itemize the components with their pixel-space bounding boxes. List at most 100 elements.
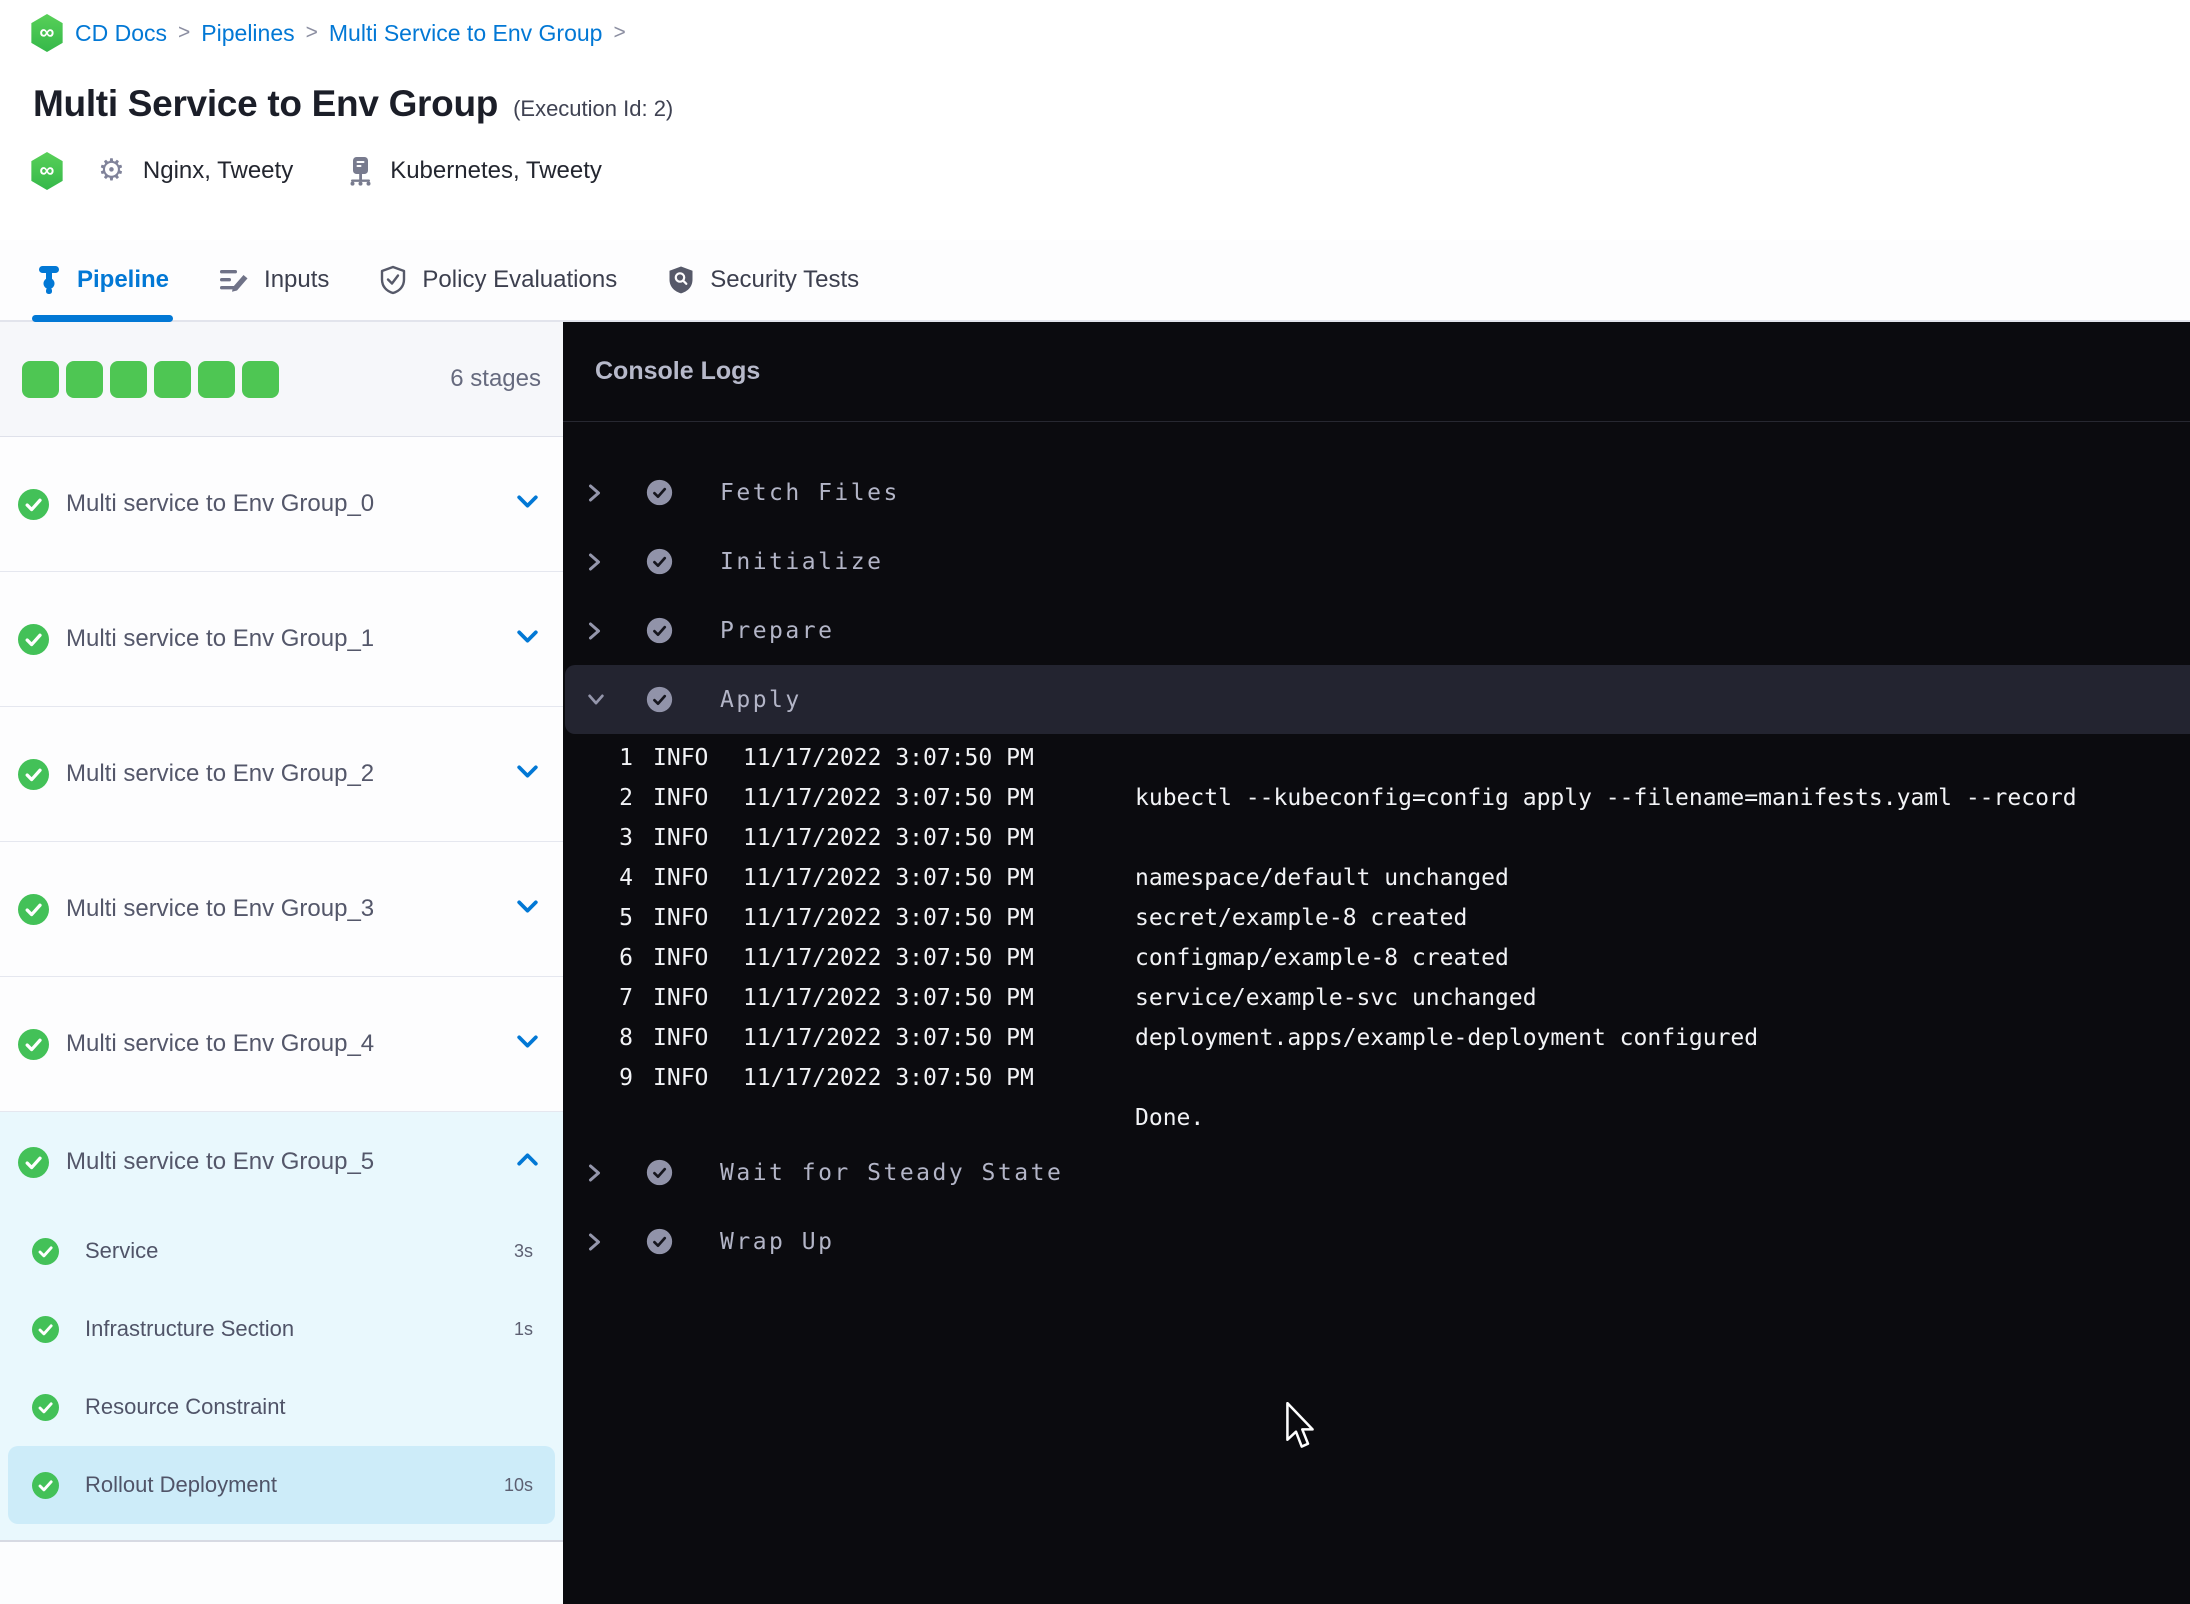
chevron-down-icon[interactable] [514, 623, 541, 655]
chevron-down-icon[interactable] [514, 488, 541, 520]
tab-label: Policy Evaluations [422, 266, 618, 293]
chevron-down-icon[interactable] [514, 1028, 541, 1060]
log-line: 8 INFO 11/17/2022 3:07:50 PM deployment.… [563, 1018, 2190, 1058]
breadcrumb: ∞ CD Docs > Pipelines > Multi Service to… [30, 14, 626, 52]
stage-progress-square [110, 360, 147, 398]
step-duration: 3s [513, 1240, 533, 1261]
console-step-row[interactable]: Wrap Up [563, 1207, 2190, 1276]
stage-name: Multi service to Env Group_0 [66, 490, 375, 517]
chevron-right-icon[interactable] [586, 1162, 606, 1184]
log-message: configmap/example-8 created [1135, 945, 1509, 971]
step-row[interactable]: Service 3s [8, 1212, 555, 1290]
gear-icon: ⚙ [98, 154, 125, 187]
step-name: Rollout Deployment [85, 1472, 277, 1497]
log-line-number [563, 1098, 633, 1138]
success-check-icon [32, 1237, 59, 1265]
stage-progress-square [198, 360, 235, 398]
log-line-number: 9 [619, 1065, 633, 1091]
chevron-down-icon[interactable] [586, 691, 606, 708]
chevron-right-icon[interactable] [586, 620, 606, 642]
breadcrumb-separator: > [305, 21, 318, 44]
step-row[interactable]: Infrastructure Section 1s [8, 1290, 555, 1368]
breadcrumb-pipeline-link[interactable]: Multi Service to Env Group [329, 20, 603, 47]
tab-label: Pipeline [77, 266, 170, 293]
log-timestamp: 11/17/2022 3:07:50 PM [743, 825, 1034, 851]
pipeline-icon [36, 265, 62, 295]
pipeline-badge-icon: ∞ [31, 14, 63, 52]
chevron-right-icon[interactable] [586, 1231, 606, 1253]
step-row[interactable]: Rollout Deployment 10s [8, 1446, 555, 1524]
breadcrumb-pipelines-link[interactable]: Pipelines [201, 20, 294, 47]
environments-label: Kubernetes, Tweety [390, 157, 602, 184]
log-level: INFO [653, 905, 709, 931]
console-logs-panel: Console Logs Fetch Files Initialize Prep… [563, 322, 2190, 1604]
log-level: INFO [653, 1065, 709, 1091]
chevron-right-icon[interactable] [586, 482, 606, 504]
chevron-down-icon[interactable] [514, 893, 541, 925]
execution-id-label: (Execution Id: 2) [513, 96, 674, 121]
log-timestamp: 11/17/2022 3:07:50 PM [743, 945, 1034, 971]
log-line: 1 INFO 11/17/2022 3:07:50 PM [563, 738, 2190, 778]
console-step-label: Initialize [720, 548, 884, 575]
log-line-number: 5 [619, 905, 633, 931]
stage-name: Multi service to Env Group_3 [66, 895, 375, 922]
chevron-down-icon[interactable] [514, 758, 541, 790]
success-check-icon [646, 686, 673, 713]
stage-expanded: Multi service to Env Group_5 Service 3s … [0, 1112, 563, 1542]
stage-count-label: 6 stages [450, 365, 541, 392]
log-level: INFO [653, 985, 709, 1011]
console-step-row[interactable]: Wait for Steady State [563, 1138, 2190, 1207]
console-step-row[interactable]: Fetch Files [563, 458, 2190, 527]
console-step-row[interactable]: Prepare [563, 596, 2190, 665]
success-check-icon [18, 758, 49, 790]
success-check-icon [646, 1228, 673, 1255]
log-timestamp: 11/17/2022 3:07:50 PM [743, 905, 1034, 931]
console-step-label: Wait for Steady State [720, 1159, 1064, 1186]
log-message: deployment.apps/example-deployment confi… [1135, 1025, 1759, 1051]
stage-name: Multi service to Env Group_1 [66, 625, 375, 652]
tab-inputs[interactable]: Inputs [219, 240, 329, 320]
stage-progress-squares [22, 360, 279, 398]
success-check-icon [18, 623, 49, 655]
log-level: INFO [653, 865, 709, 891]
chevron-up-icon[interactable] [514, 1146, 541, 1178]
log-line-number: 8 [619, 1025, 633, 1051]
log-line-number: 2 [619, 785, 633, 811]
step-name: Infrastructure Section [85, 1316, 295, 1341]
log-block: 1 INFO 11/17/2022 3:07:50 PM 2 INFO 11/1… [563, 734, 2190, 1138]
console-header: Console Logs [563, 322, 2190, 422]
console-step-row[interactable]: Apply [565, 665, 2190, 734]
tab-pipeline[interactable]: Pipeline [31, 240, 174, 322]
step-list: Service 3s Infrastructure Section 1s Res… [0, 1212, 563, 1540]
stage-row[interactable]: Multi service to Env Group_2 [0, 707, 563, 842]
tab-label: Security Tests [710, 266, 860, 293]
stage-row[interactable]: Multi service to Env Group_4 [0, 977, 563, 1112]
chevron-right-icon[interactable] [586, 551, 606, 573]
stage-name: Multi service to Env Group_4 [66, 1030, 375, 1057]
execution-meta: ∞ ⚙ Nginx, Tweety Kubernetes, Tweety [30, 152, 602, 190]
tab-bar: Pipeline Inputs Policy Evaluations Secur… [0, 240, 2190, 322]
breadcrumb-separator: > [613, 21, 626, 44]
stage-progress-square [66, 360, 103, 398]
console-step-row[interactable]: Initialize [563, 527, 2190, 596]
tab-policy-evaluations[interactable]: Policy Evaluations [379, 240, 617, 320]
console-step-label: Apply [720, 686, 802, 713]
tab-security-tests[interactable]: Security Tests [667, 240, 859, 320]
success-check-icon [18, 1028, 49, 1060]
stage-row[interactable]: Multi service to Env Group_0 [0, 437, 563, 572]
step-row[interactable]: Resource Constraint [8, 1368, 555, 1446]
stage-row[interactable]: Multi service to Env Group_3 [0, 842, 563, 977]
log-timestamp: 11/17/2022 3:07:50 PM [743, 745, 1034, 771]
log-line: 9 INFO 11/17/2022 3:07:50 PM [563, 1058, 2190, 1098]
success-check-icon [646, 1159, 673, 1186]
shield-check-icon [379, 265, 407, 295]
log-level: INFO [653, 945, 709, 971]
stage-list: Multi service to Env Group_0 Multi servi… [0, 437, 563, 1542]
log-line: 4 INFO 11/17/2022 3:07:50 PM namespace/d… [563, 858, 2190, 898]
stage-row[interactable]: Multi service to Env Group_1 [0, 572, 563, 707]
breadcrumb-separator: > [178, 21, 191, 44]
log-level: INFO [653, 825, 709, 851]
breadcrumb-project-link[interactable]: CD Docs [75, 20, 167, 47]
log-line-number: 1 [619, 745, 633, 771]
stage-row[interactable]: Multi service to Env Group_5 [0, 1112, 563, 1212]
